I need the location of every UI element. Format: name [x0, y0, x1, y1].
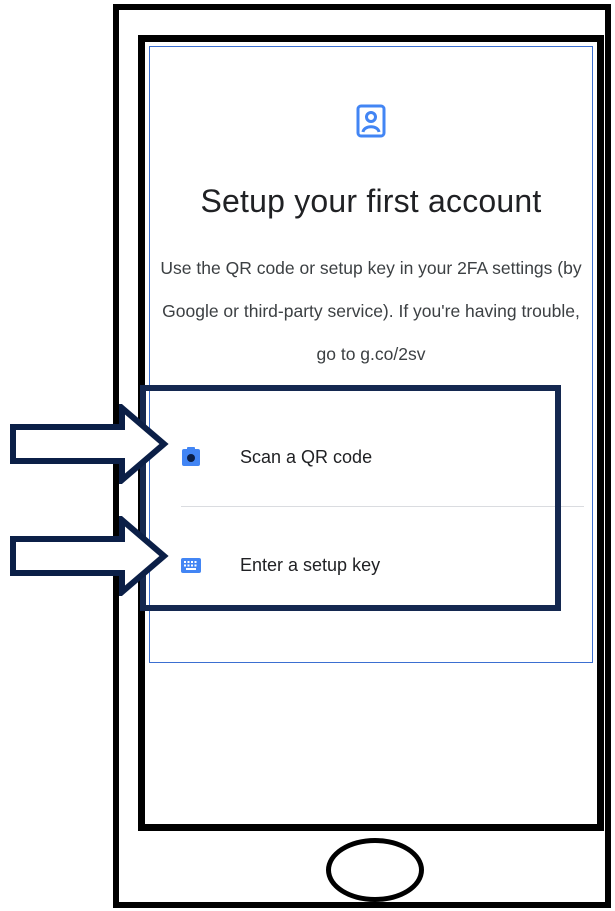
arrow-right-icon	[10, 516, 169, 596]
page-title: Setup your first account	[200, 183, 542, 219]
arrow-right-icon	[10, 404, 169, 484]
options-highlight-box	[140, 385, 561, 611]
account-box-icon	[356, 104, 386, 138]
page-description: Use the QR code or setup key in your 2FA…	[160, 258, 582, 364]
home-button[interactable]	[326, 838, 424, 902]
